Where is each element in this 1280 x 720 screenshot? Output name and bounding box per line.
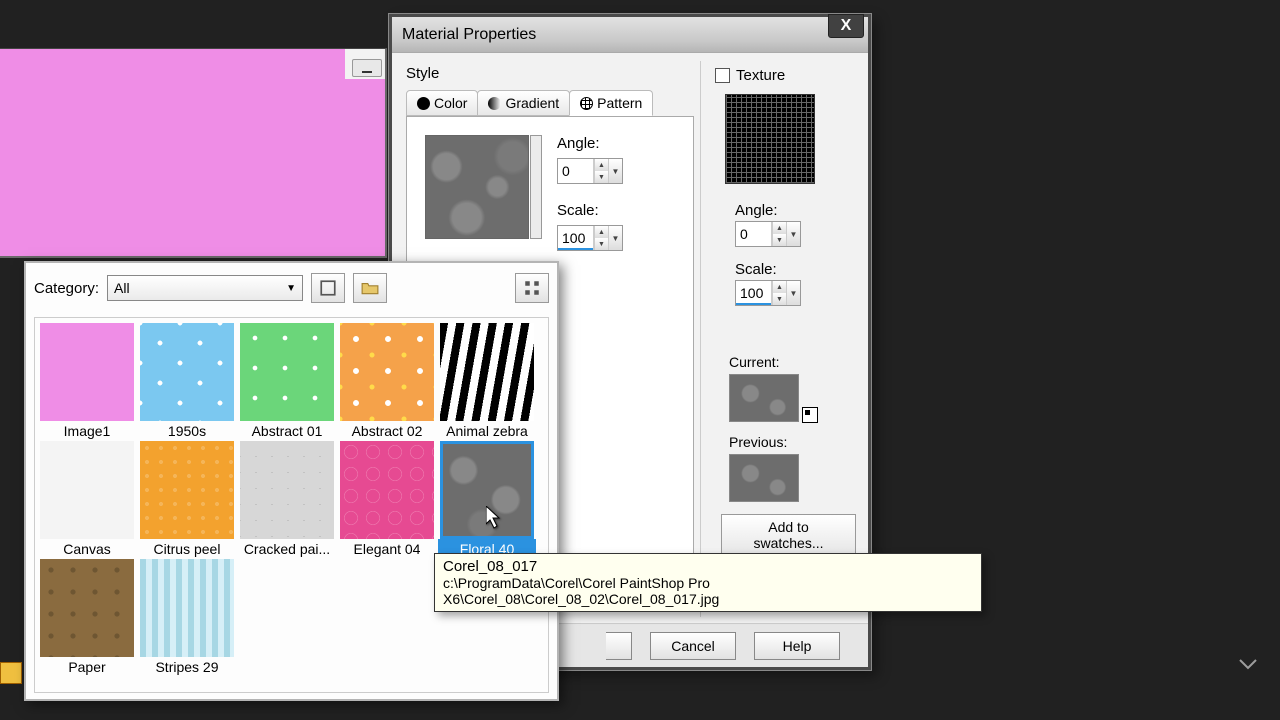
- chevron-up-icon[interactable]: ▲: [772, 222, 786, 234]
- tooltip-title: Corel_08_017: [443, 558, 973, 575]
- grid-icon: [523, 279, 541, 297]
- add-swatches-button[interactable]: Add to swatches...: [721, 514, 856, 556]
- current-label: Current:: [729, 354, 856, 370]
- minimize-button[interactable]: [352, 59, 382, 77]
- pattern-thumb-paper[interactable]: Paper: [38, 559, 136, 675]
- chevron-up-icon[interactable]: ▲: [772, 281, 786, 293]
- style-label: Style: [406, 65, 694, 82]
- pattern-preview[interactable]: [425, 135, 529, 239]
- previous-swatch[interactable]: [729, 454, 799, 502]
- picker-header: Category: All ▼: [26, 263, 557, 313]
- tooltip: Corel_08_017 c:\ProgramData\Corel\Corel …: [434, 553, 982, 612]
- gradient-icon: [488, 97, 501, 110]
- cancel-button[interactable]: Cancel: [650, 632, 736, 660]
- tab-gradient[interactable]: Gradient: [477, 90, 570, 116]
- style-tabbar: Color Gradient Pattern: [406, 90, 694, 117]
- chevron-down-icon[interactable]: ▼: [608, 159, 622, 183]
- folder-icon: [361, 279, 379, 297]
- help-button[interactable]: Help: [754, 632, 840, 660]
- previous-label: Previous:: [729, 434, 856, 450]
- texture-scale-label: Scale:: [735, 261, 856, 278]
- category-label: Category:: [34, 280, 99, 297]
- texture-preview[interactable]: [725, 94, 815, 184]
- angle-input[interactable]: [558, 159, 594, 183]
- texture-scale-spinner[interactable]: ▲▼ ▼: [735, 280, 801, 306]
- taskbar-app-icon[interactable]: [0, 662, 22, 684]
- thumbnail-grid: Image1 1950s Abstract 01 Abstract 02 Ani…: [34, 317, 549, 693]
- canvas-titlebar: [345, 49, 385, 79]
- view-large-icon-button[interactable]: [311, 273, 345, 303]
- pattern-thumb-abstract02[interactable]: Abstract 02: [338, 323, 436, 439]
- chevron-down-icon[interactable]: ▼: [594, 171, 608, 183]
- chevron-down-icon[interactable]: ▼: [786, 281, 800, 305]
- large-thumb-icon: [319, 279, 337, 297]
- tab-pattern[interactable]: Pattern: [569, 90, 653, 116]
- view-grid-button[interactable]: [515, 273, 549, 303]
- texture-label: Texture: [736, 67, 785, 84]
- close-icon: X: [841, 17, 852, 35]
- tooltip-path: c:\ProgramData\Corel\Corel PaintShop Pro…: [443, 575, 973, 607]
- texture-pane: Texture Angle: ▲▼ ▼ Scale: ▲▼ ▼ Current:: [700, 61, 860, 617]
- pattern-thumb-canvas[interactable]: Canvas: [38, 441, 136, 557]
- angle-label: Angle:: [557, 135, 623, 152]
- pattern-thumb-abstract01[interactable]: Abstract 01: [238, 323, 336, 439]
- view-folder-button[interactable]: [353, 273, 387, 303]
- preview-scrollbar[interactable]: [530, 135, 542, 239]
- pattern-thumb-image1[interactable]: Image1: [38, 323, 136, 439]
- chevron-up-icon[interactable]: ▲: [594, 159, 608, 171]
- canvas-window: [0, 48, 387, 258]
- dialog-title: Material Properties: [402, 26, 536, 44]
- expand-chevron[interactable]: [1234, 654, 1262, 674]
- tab-label: Color: [434, 95, 467, 111]
- pattern-thumb-floral40[interactable]: Floral 40: [438, 441, 536, 557]
- chevron-down-icon: ▼: [286, 283, 296, 294]
- texture-checkbox[interactable]: Texture: [715, 67, 856, 84]
- scale-input[interactable]: [558, 226, 594, 250]
- scale-spinner[interactable]: ▲▼ ▼: [557, 225, 623, 251]
- current-swatch[interactable]: [729, 374, 799, 422]
- scale-label: Scale:: [557, 202, 623, 219]
- swatch-picker-icon[interactable]: [802, 407, 818, 423]
- pattern-thumb-citrus[interactable]: Citrus peel: [138, 441, 236, 557]
- texture-angle-label: Angle:: [735, 202, 856, 219]
- pattern-thumb-zebra[interactable]: Animal zebra: [438, 323, 536, 439]
- pattern-picker-popup: Category: All ▼ Image1 1950s Abstract 01…: [24, 261, 559, 701]
- tab-label: Gradient: [505, 95, 559, 111]
- category-value: All: [114, 280, 130, 296]
- pattern-thumb-cracked[interactable]: Cracked pai...: [238, 441, 336, 557]
- chevron-down-icon[interactable]: ▼: [786, 222, 800, 246]
- chevron-down-icon[interactable]: ▼: [594, 238, 608, 250]
- texture-scale-input[interactable]: [736, 281, 772, 305]
- checkbox-icon: [715, 68, 730, 83]
- texture-angle-input[interactable]: [736, 222, 772, 246]
- category-select[interactable]: All ▼: [107, 275, 303, 301]
- tab-label: Pattern: [597, 95, 642, 111]
- chevron-down-icon[interactable]: ▼: [772, 234, 786, 246]
- pattern-icon: [580, 97, 593, 110]
- dialog-titlebar[interactable]: Material Properties X: [392, 17, 868, 53]
- ok-button-edge[interactable]: [606, 632, 632, 660]
- chevron-up-icon[interactable]: ▲: [594, 226, 608, 238]
- color-icon: [417, 97, 430, 110]
- close-button[interactable]: X: [828, 14, 864, 38]
- chevron-down-icon[interactable]: ▼: [772, 293, 786, 305]
- pattern-thumb-stripes29[interactable]: Stripes 29: [138, 559, 236, 675]
- pattern-thumb-elegant[interactable]: Elegant 04: [338, 441, 436, 557]
- pattern-thumb-1950s[interactable]: 1950s: [138, 323, 236, 439]
- texture-angle-spinner[interactable]: ▲▼ ▼: [735, 221, 801, 247]
- angle-spinner[interactable]: ▲▼ ▼: [557, 158, 623, 184]
- tab-color[interactable]: Color: [406, 90, 478, 116]
- chevron-down-icon[interactable]: ▼: [608, 226, 622, 250]
